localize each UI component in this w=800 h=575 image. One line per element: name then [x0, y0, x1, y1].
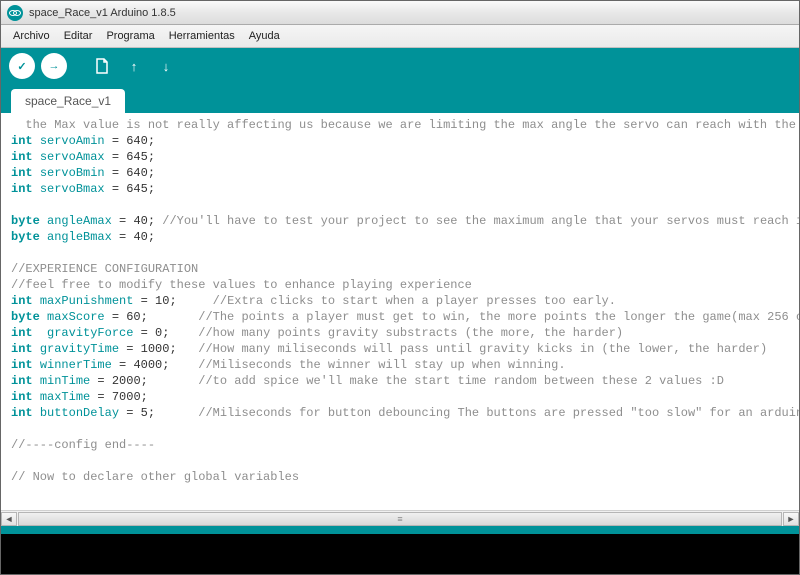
- code-editor[interactable]: the Max value is not really affecting us…: [1, 113, 799, 510]
- new-button[interactable]: [89, 53, 115, 79]
- arrow-down-icon: ↓: [163, 59, 170, 74]
- scroll-left-button[interactable]: ◄: [1, 512, 17, 526]
- upload-button[interactable]: →: [41, 53, 67, 79]
- save-button[interactable]: ↓: [153, 53, 179, 79]
- menu-editar[interactable]: Editar: [58, 28, 99, 44]
- menu-programa[interactable]: Programa: [100, 28, 160, 44]
- menubar: Archivo Editar Programa Herramientas Ayu…: [1, 25, 799, 48]
- menu-archivo[interactable]: Archivo: [7, 28, 56, 44]
- grip-icon: ≡: [397, 514, 402, 524]
- titlebar[interactable]: space_Race_v1 Arduino 1.8.5: [1, 1, 799, 25]
- output-console[interactable]: [1, 534, 799, 574]
- window-title: space_Race_v1 Arduino 1.8.5: [29, 7, 176, 19]
- scroll-right-button[interactable]: ►: [783, 512, 799, 526]
- open-button[interactable]: ↑: [121, 53, 147, 79]
- arrow-right-icon: →: [49, 60, 60, 72]
- toolbar: ✓ → ↑ ↓: [1, 48, 799, 84]
- check-icon: ✓: [17, 60, 26, 73]
- status-strip: [1, 526, 799, 534]
- verify-button[interactable]: ✓: [9, 53, 35, 79]
- chevron-left-icon: ◄: [5, 514, 14, 524]
- arduino-logo-icon: [7, 5, 23, 21]
- tabbar: space_Race_v1: [1, 84, 799, 113]
- horizontal-scrollbar[interactable]: ◄ ≡ ►: [1, 510, 799, 526]
- scroll-thumb[interactable]: ≡: [18, 512, 782, 526]
- menu-ayuda[interactable]: Ayuda: [243, 28, 286, 44]
- chevron-right-icon: ►: [787, 514, 796, 524]
- tab-sketch[interactable]: space_Race_v1: [11, 89, 125, 113]
- arrow-up-icon: ↑: [131, 59, 138, 74]
- file-icon: [95, 58, 109, 74]
- app-window: space_Race_v1 Arduino 1.8.5 Archivo Edit…: [0, 0, 800, 575]
- menu-herramientas[interactable]: Herramientas: [163, 28, 241, 44]
